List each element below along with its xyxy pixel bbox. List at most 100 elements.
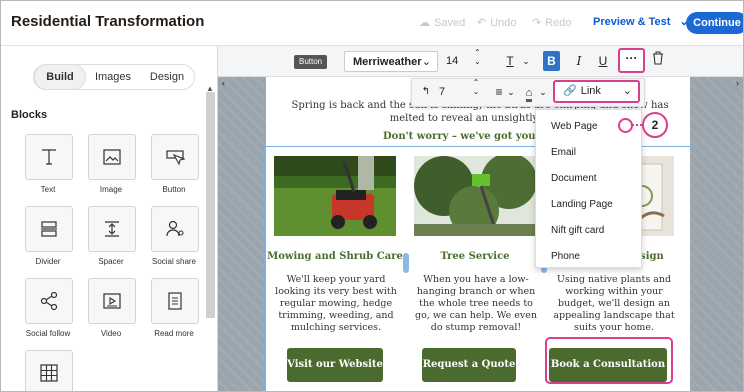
- trash-icon: [653, 51, 663, 65]
- read-more-icon: [168, 292, 182, 310]
- underline-button[interactable]: U: [596, 51, 610, 71]
- align-icon[interactable]: ≡: [493, 82, 505, 102]
- link-dropdown-button[interactable]: 🔗 Link ⌄: [553, 80, 640, 103]
- block-video[interactable]: Video: [88, 278, 136, 338]
- text-color-button[interactable]: ⌂: [522, 82, 536, 102]
- line-height-value[interactable]: 7: [436, 82, 448, 102]
- chevron-down-icon[interactable]: ⌄: [507, 82, 515, 102]
- mowing-photo[interactable]: [274, 156, 396, 236]
- text-style-icon: T: [506, 54, 514, 68]
- callout-step-number: 2: [642, 112, 668, 138]
- block-label: Video: [100, 329, 122, 338]
- block-spacer[interactable]: Spacer: [88, 206, 136, 266]
- column-heading[interactable]: Tree Service: [406, 251, 544, 262]
- italic-button[interactable]: I: [572, 51, 586, 71]
- redo-icon: ↷: [532, 17, 542, 29]
- menu-item-web-page[interactable]: Web Page: [551, 121, 598, 132]
- selected-button-highlight: [545, 337, 673, 384]
- delete-button[interactable]: [651, 51, 665, 71]
- block-read-more[interactable]: Read more: [151, 278, 199, 338]
- chevron-down-icon: ⌄: [421, 56, 431, 68]
- menu-item-document[interactable]: Document: [551, 173, 597, 184]
- panel-tabs: Build Images Design: [33, 64, 195, 90]
- table-icon: [40, 364, 58, 382]
- block-label: Social share: [151, 257, 197, 266]
- saved-status: ☁ Saved: [419, 17, 466, 29]
- campaign-title: Residential Transformation: [11, 13, 205, 30]
- font-family-select[interactable]: Merriweather ⌄: [344, 51, 438, 72]
- column-heading[interactable]: Mowing and Shrub Care: [266, 251, 404, 262]
- block-social-follow[interactable]: Social follow: [25, 278, 73, 338]
- undo-icon: ↶: [477, 17, 487, 29]
- left-panel: Build Images Design Blocks Text Image Bu…: [1, 46, 218, 391]
- block-table[interactable]: [25, 350, 73, 391]
- divider-icon: [41, 221, 57, 237]
- font-size-stepper[interactable]: 14 ⌃ ⌄: [442, 48, 488, 72]
- block-image[interactable]: Image: [88, 134, 136, 194]
- block-text[interactable]: Text: [25, 134, 73, 194]
- menu-item-phone[interactable]: Phone: [551, 251, 580, 262]
- request-quote-button[interactable]: Request a Quote: [422, 348, 516, 382]
- block-social-share[interactable]: Social share: [151, 206, 199, 266]
- content-column-1: Mowing and Shrub Care We'll keep your ya…: [266, 152, 404, 391]
- element-type-chip: Button: [294, 55, 328, 69]
- preview-test-button[interactable]: Preview & Test ⌄: [593, 15, 689, 28]
- tab-design[interactable]: Design: [142, 65, 192, 89]
- column-text[interactable]: When you have a low-hanging branch or wh…: [412, 274, 540, 334]
- paint-bucket-icon: ⌂: [525, 87, 533, 102]
- social-follow-icon: [40, 291, 58, 311]
- button-cursor-icon: [166, 150, 185, 166]
- underline-icon: U: [598, 54, 608, 68]
- tab-build[interactable]: Build: [34, 64, 86, 90]
- block-label: Social follow: [25, 329, 71, 338]
- more-options-button[interactable]: ···: [618, 48, 645, 73]
- visit-website-button[interactable]: Visit our Website: [287, 348, 383, 382]
- scroll-up-icon[interactable]: ▲: [206, 84, 214, 93]
- block-label: Image: [99, 185, 123, 194]
- block-button[interactable]: Button: [151, 134, 199, 194]
- chevron-down-icon[interactable]: ⌄: [539, 82, 547, 102]
- stepper-arrows-icon[interactable]: ⌃ ⌄: [472, 78, 480, 98]
- chevron-down-icon: ⌄: [622, 85, 632, 97]
- menu-item-landing-page[interactable]: Landing Page: [551, 199, 613, 210]
- bold-button[interactable]: B: [543, 51, 560, 71]
- content-column-2: Tree Service When you have a low-hanging…: [406, 152, 544, 391]
- app-window: Residential Transformation ☁ Saved ↶ Undo …: [0, 0, 744, 392]
- italic-icon: I: [576, 54, 582, 68]
- line-height-icon: ↰: [421, 86, 431, 97]
- redo-button[interactable]: ↷ Redo: [532, 16, 572, 29]
- column-text[interactable]: We'll keep your yard looking its very be…: [272, 274, 400, 334]
- block-label: Read more: [154, 329, 194, 338]
- video-icon: [103, 293, 121, 309]
- chevron-right-icon[interactable]: ›: [736, 78, 739, 88]
- tab-images[interactable]: Images: [88, 65, 138, 89]
- stepper-arrows-icon: ⌃ ⌄: [474, 48, 481, 66]
- social-share-icon: [166, 220, 184, 237]
- callout-line: [632, 124, 642, 126]
- chevron-down-icon[interactable]: ⌄: [521, 51, 531, 71]
- block-divider[interactable]: Divider: [25, 206, 73, 266]
- image-icon: [103, 149, 121, 165]
- top-bar: Residential Transformation ☁ Saved ↶ Undo …: [1, 1, 743, 46]
- text-toolbar-row-2: ↰ 7 ⌃ ⌄ ≡ ⌄ ⌂ ⌄ 🔗 Link ⌄: [411, 78, 645, 107]
- menu-item-nift-gift-card[interactable]: Nift gift card: [551, 225, 604, 236]
- block-label: Text: [40, 185, 56, 194]
- menu-item-email[interactable]: Email: [551, 147, 576, 158]
- panel-scrollbar[interactable]: [206, 92, 215, 318]
- more-dots-icon: ···: [625, 51, 638, 65]
- column-text[interactable]: Using native plants and working within y…: [550, 274, 678, 334]
- text-toolbar: Button Merriweather ⌄ 14 ⌃ ⌄ T ⌄ B I U ··…: [218, 46, 743, 77]
- tree-service-photo[interactable]: [414, 156, 536, 236]
- block-label: Button: [162, 185, 186, 194]
- continue-button[interactable]: Continue: [686, 12, 743, 34]
- text-icon: [42, 149, 56, 165]
- column-resize-handle[interactable]: [403, 253, 409, 273]
- text-style-button[interactable]: T: [499, 51, 521, 71]
- cloud-icon: ☁: [419, 17, 430, 29]
- chevron-left-icon[interactable]: ‹: [222, 78, 225, 88]
- editor-canvas: Spring is back and the sun is shining; t…: [218, 46, 743, 391]
- block-label: Divider: [35, 257, 61, 266]
- spacer-icon: [105, 221, 119, 237]
- undo-button[interactable]: ↶ Undo: [477, 16, 517, 29]
- blocks-heading: Blocks: [11, 109, 48, 121]
